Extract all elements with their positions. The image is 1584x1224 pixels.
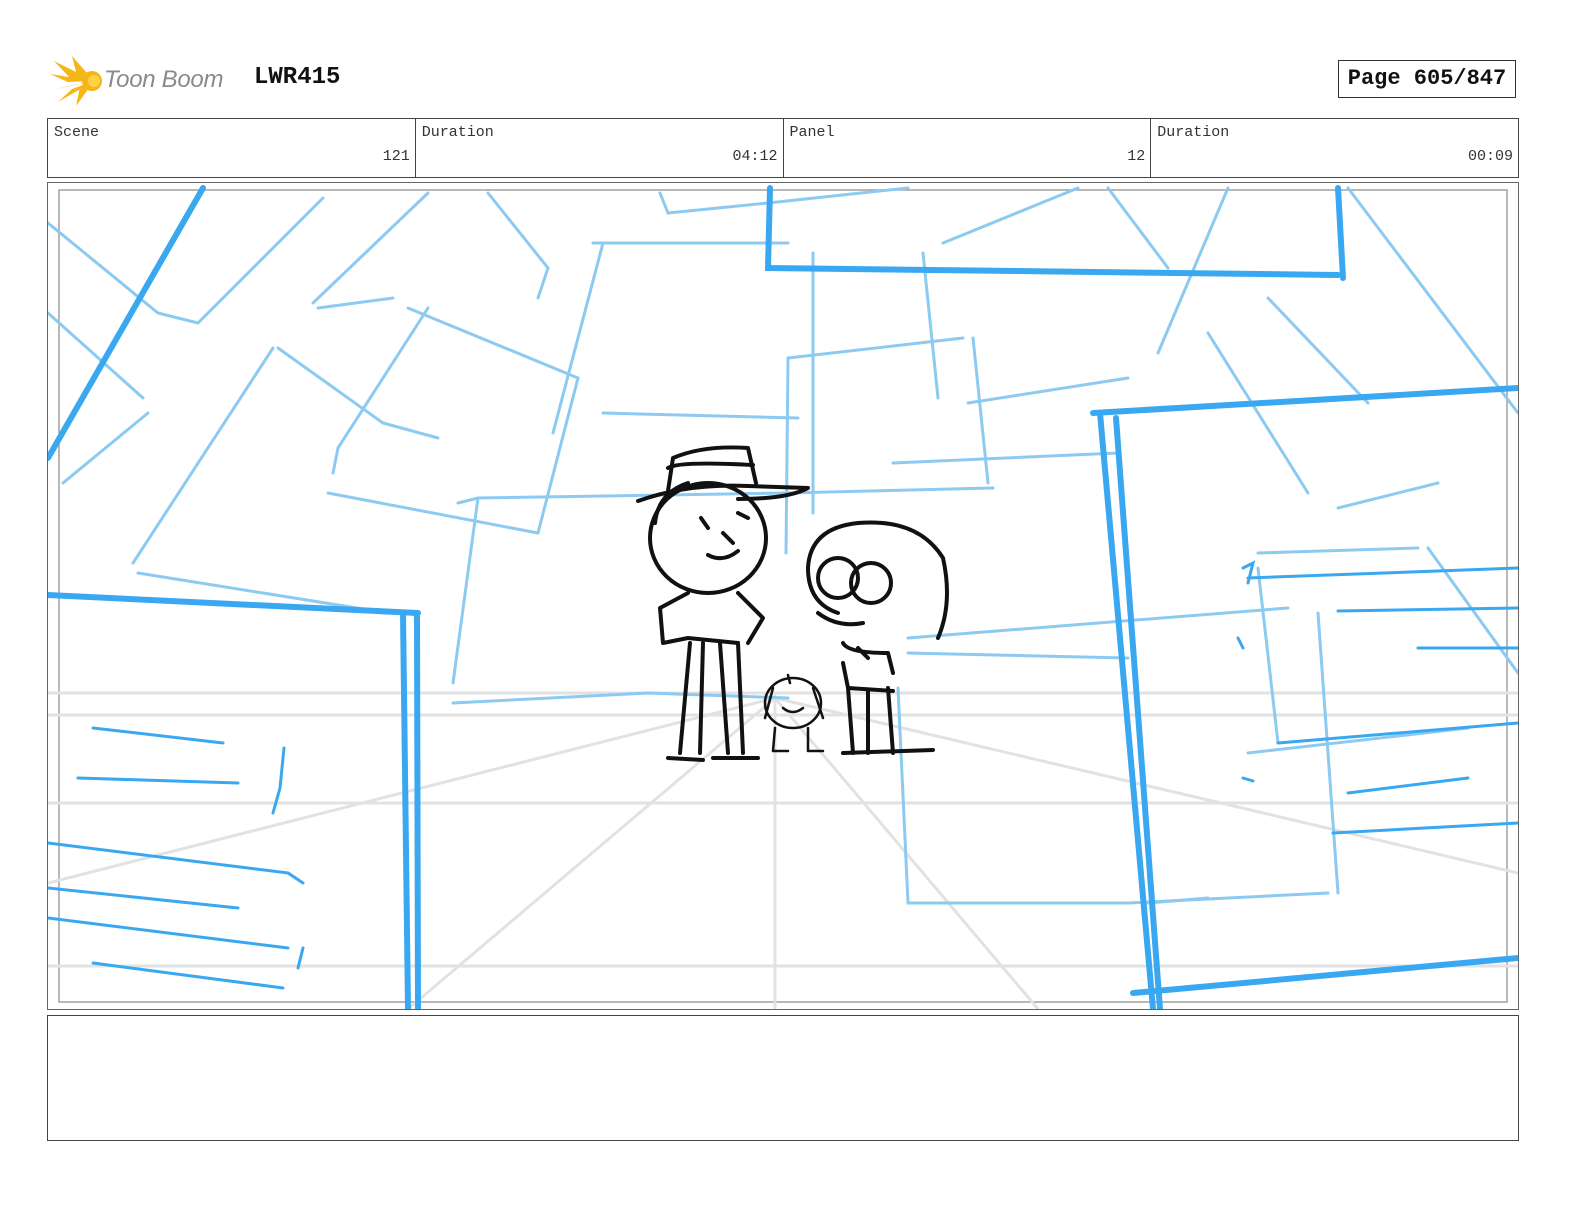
- toon-boom-logo: Toon Boom: [50, 56, 240, 106]
- project-code: LWR415: [254, 64, 341, 91]
- page-indicator: Page 605/847: [1338, 60, 1516, 98]
- logo-text: Toon Boom: [104, 66, 224, 93]
- starburst-icon: [50, 56, 102, 106]
- info-cell-scene: Scene 121: [48, 119, 416, 177]
- info-label: Duration: [421, 124, 494, 141]
- info-bar: Scene 121 Duration 04:12 Panel 12 Durati…: [47, 118, 1519, 178]
- background-sketch-light: [48, 186, 1518, 905]
- info-value: 04:12: [732, 148, 778, 165]
- info-value: 121: [382, 148, 410, 165]
- background-sketch-bold: [48, 185, 1518, 1009]
- info-cell-scene-duration: Duration 04:12: [416, 119, 784, 177]
- info-label: Duration: [1157, 124, 1230, 141]
- info-value: 00:09: [1467, 148, 1513, 165]
- notes-box: [47, 1015, 1519, 1141]
- info-label: Panel: [789, 124, 835, 141]
- info-label: Scene: [54, 124, 100, 141]
- storyboard-panel: [47, 182, 1519, 1010]
- panel-sketch: [48, 185, 1518, 1009]
- info-value: 12: [1127, 148, 1146, 165]
- background-sketch-details: [48, 560, 1518, 990]
- info-cell-panel-duration: Duration 00:09: [1151, 119, 1518, 177]
- info-cell-panel: Panel 12: [784, 119, 1152, 177]
